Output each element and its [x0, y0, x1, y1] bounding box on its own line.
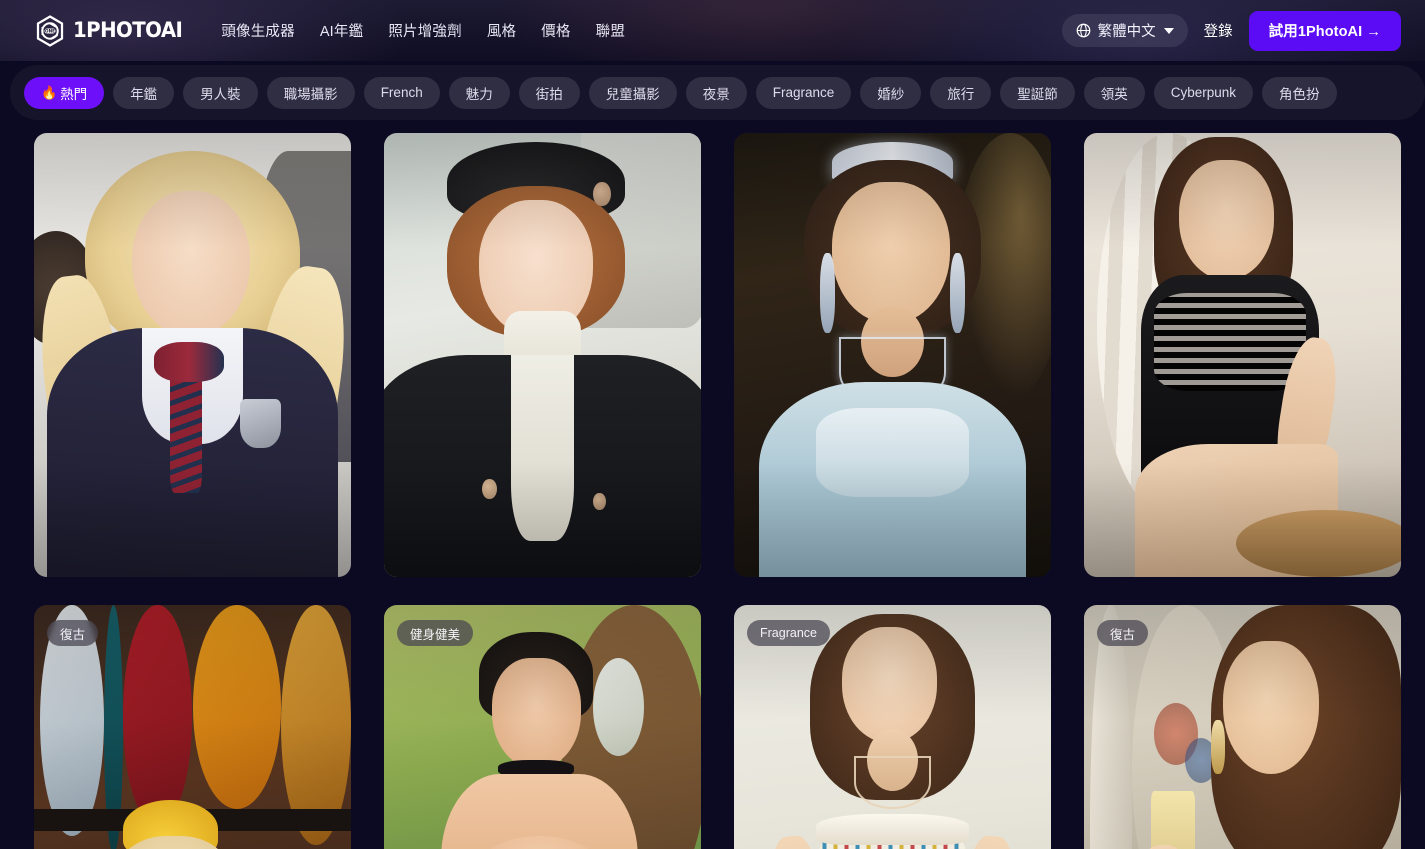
header-actions: 繁體中文 登錄 試用1PhotoAI →	[1061, 10, 1401, 51]
photo-layer	[841, 627, 937, 743]
filter-chip-label: 年鑑	[130, 86, 158, 102]
chevron-down-icon	[1163, 27, 1174, 34]
filter-chip-label: 熱門	[60, 86, 88, 102]
filter-chip-3[interactable]: 職場攝影	[266, 76, 355, 109]
gallery-card-photo	[34, 133, 351, 577]
filter-chip-label: 兒童攝影	[605, 86, 660, 102]
photo-layer	[1223, 640, 1319, 774]
gallery-card-badge: 復古	[1097, 620, 1149, 646]
filter-chip-label: 夜景	[702, 86, 730, 102]
filter-chip-9[interactable]: Fragrance	[755, 76, 852, 109]
gallery-card-photo	[734, 133, 1051, 577]
photo-layer	[491, 658, 581, 770]
gallery-card-tiara-princess[interactable]	[734, 133, 1051, 577]
fire-emoji-icon: 🔥	[41, 84, 58, 100]
nav-pricing[interactable]: 價格	[541, 20, 570, 41]
filter-chip-12[interactable]: 聖誕節	[1000, 76, 1075, 109]
photo-layer	[154, 341, 225, 382]
gallery-card-badge: 復古	[47, 620, 99, 646]
nav-avatar-generator[interactable]: 頭像生成器	[221, 20, 295, 41]
photo-layer	[482, 479, 497, 500]
globe-icon	[1076, 23, 1091, 38]
gallery-card-fragrance-knit[interactable]: Fragrance	[734, 605, 1051, 849]
photo-layer	[819, 252, 836, 333]
filter-chip-label: 街拍	[535, 86, 563, 102]
photo-layer	[593, 492, 606, 511]
photo-layer	[949, 252, 966, 333]
nav-styles[interactable]: 風格	[487, 20, 516, 41]
gallery-card-fitness-man[interactable]: 健身健美	[384, 605, 701, 849]
gallery-card-badge: 健身健美	[397, 620, 474, 646]
photo-layer	[132, 190, 250, 338]
filter-chip-label: French	[380, 85, 423, 100]
filter-chip-0[interactable]: 🔥 熱門	[24, 76, 105, 109]
gallery-card-vintage-wine[interactable]: 復古	[1084, 605, 1401, 849]
filter-chip-label: 聖誕節	[1017, 86, 1058, 102]
filter-chip-1[interactable]: 年鑑	[113, 76, 175, 109]
filter-chip-label: Fragrance	[772, 85, 835, 100]
login-link[interactable]: 登錄	[1202, 16, 1235, 45]
photo-layer	[593, 658, 644, 756]
filter-chip-6[interactable]: 街拍	[518, 76, 580, 109]
photo-layer	[816, 813, 969, 845]
filter-chip-14[interactable]: Cyberpunk	[1153, 76, 1254, 109]
filter-bar-region: 🔥 熱門 年鑑 男人裝 職場攝影 French 魅力 街拍 兒童攝影 夜景 Fragrance 婚紗 旅…	[0, 61, 1425, 123]
filter-chip-label: 婚紗	[877, 86, 905, 102]
filter-chip-label: Cyberpunk	[1170, 85, 1237, 100]
brand-logo-link[interactable]: ONE 1PHOTOAI	[34, 14, 189, 47]
photo-layer	[1210, 720, 1226, 774]
filter-chip-11[interactable]: 旅行	[930, 76, 992, 109]
filter-chip-8[interactable]: 夜景	[685, 76, 747, 109]
filter-chip-label: 魅力	[465, 86, 493, 102]
nav-ai-yearbook[interactable]: AI年鑑	[320, 20, 364, 41]
filter-chip-label: 男人裝	[200, 86, 241, 102]
logo-inner-text: ONE	[45, 28, 55, 33]
photo-layer	[122, 605, 193, 827]
filter-chip-13[interactable]: 領英	[1083, 76, 1145, 109]
photo-layer	[854, 755, 931, 810]
filter-chip-label: 職場攝影	[283, 86, 338, 102]
language-selector[interactable]: 繁體中文	[1061, 14, 1188, 47]
filter-chip-10[interactable]: 婚紗	[860, 76, 922, 109]
photo-layer	[1150, 791, 1195, 849]
photo-layer	[1179, 159, 1275, 280]
hexagon-shutter-logo-icon: ONE	[34, 14, 66, 47]
gallery-card-schoolgirl[interactable]	[34, 133, 351, 577]
photo-layer	[510, 355, 575, 542]
gallery-card-badge: Fragrance	[747, 620, 830, 646]
gallery-card-beret-model[interactable]	[384, 133, 701, 577]
gallery-grid: 復古 健身健美 Fragrance 復古	[0, 123, 1425, 849]
nav-photo-enhancer[interactable]: 照片增強劑	[388, 20, 462, 41]
filter-chip-label: 旅行	[947, 86, 975, 102]
filter-chip-15[interactable]: 角色扮	[1262, 76, 1337, 109]
gallery-card-vintage-store[interactable]: 復古	[34, 605, 351, 849]
photo-layer	[593, 181, 611, 207]
gallery-card-photo	[1084, 133, 1401, 577]
photo-layer	[1236, 510, 1401, 577]
filter-chip-5[interactable]: 魅力	[448, 76, 510, 109]
photo-layer	[832, 181, 950, 324]
filter-chip-7[interactable]: 兒童攝影	[588, 76, 677, 109]
site-header: ONE 1PHOTOAI 頭像生成器 AI年鑑 照片增強劑 風格 價格 聯盟 繁…	[0, 0, 1425, 61]
filter-chip-label: 角色扮	[1279, 86, 1320, 102]
language-label: 繁體中文	[1097, 24, 1156, 40]
gallery-card-black-dress[interactable]	[1084, 133, 1401, 577]
photo-layer	[240, 399, 282, 449]
category-filter-bar[interactable]: 🔥 熱門 年鑑 男人裝 職場攝影 French 魅力 街拍 兒童攝影 夜景 Fragrance 婚紗 旅…	[10, 65, 1425, 120]
gallery-card-photo	[384, 133, 701, 577]
brand-name: 1PHOTOAI	[73, 18, 183, 42]
photo-layer	[816, 408, 969, 498]
filter-chip-2[interactable]: 男人裝	[183, 76, 258, 109]
filter-chip-label: 領英	[1100, 86, 1128, 102]
nav-affiliate[interactable]: 聯盟	[596, 20, 625, 41]
main-nav: 頭像生成器 AI年鑑 照片增強劑 風格 價格 聯盟	[221, 20, 625, 41]
photo-layer	[192, 605, 282, 810]
filter-chip-4[interactable]: French	[363, 76, 440, 109]
try-1photoai-button[interactable]: 試用1PhotoAI →	[1248, 10, 1401, 51]
photo-layer	[1153, 292, 1306, 391]
